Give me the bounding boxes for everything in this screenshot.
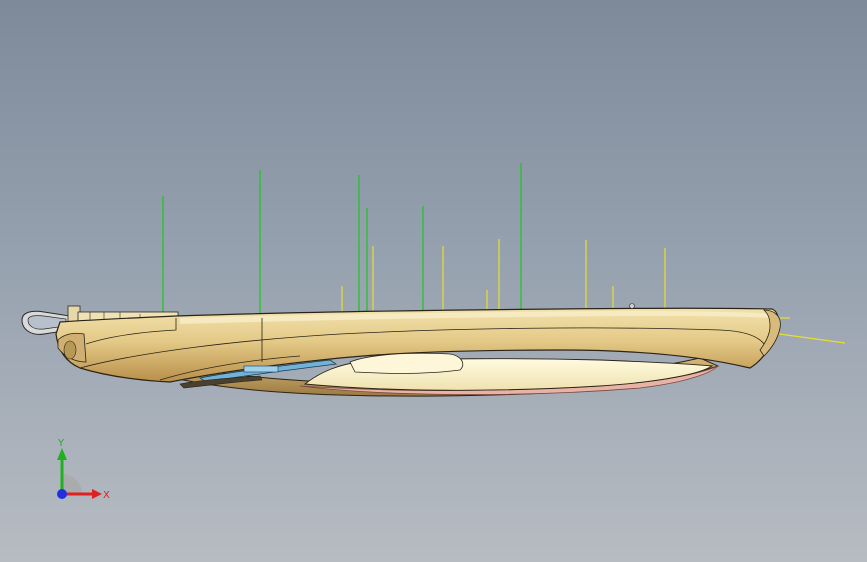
y-axis-label: Y [57, 438, 65, 449]
x-axis-arrowhead [92, 489, 102, 499]
orientation-triad[interactable]: Y X [40, 436, 120, 516]
street-light-model[interactable] [0, 0, 867, 562]
x-axis-label: X [103, 490, 110, 501]
end-cap [57, 332, 87, 363]
sketch-line [771, 332, 846, 344]
screw [629, 303, 635, 309]
y-axis-arrowhead [57, 448, 67, 460]
cad-viewport[interactable]: Y X [0, 0, 867, 562]
optic-window [349, 352, 464, 374]
z-axis-dot [57, 489, 67, 499]
